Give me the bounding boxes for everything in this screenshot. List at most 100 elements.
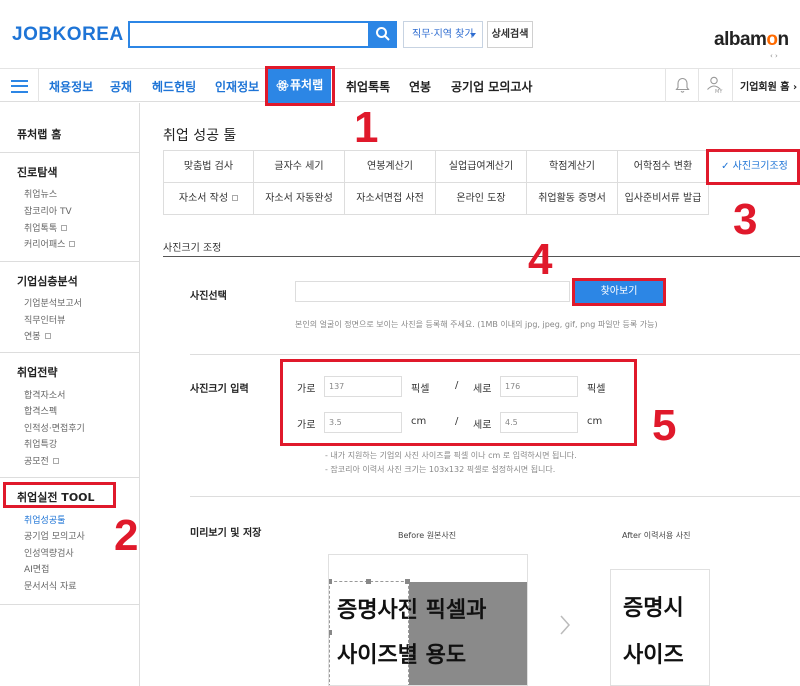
crop-handle[interactable] (366, 579, 371, 584)
nav-item-salary[interactable]: 연봉 (409, 78, 431, 95)
sidebar-item-company-report[interactable]: 기업분석보고서 (24, 296, 82, 309)
tool-language-score[interactable]: 어학점수 변환 (618, 151, 709, 183)
row-divider (190, 496, 800, 497)
preview-text: 증명시 (623, 596, 684, 621)
albamon-logo-part: albam (714, 29, 767, 50)
nav-item-recruit[interactable]: 채용정보 (49, 78, 93, 95)
size-note: - 잡코리아 이력서 사진 크기는 103x132 픽셀로 설정하시면 됩니다. (325, 465, 556, 474)
nav-divider (665, 69, 666, 102)
nav-divider (732, 69, 733, 102)
tool-online-stamp[interactable]: 온라인 도장 (436, 183, 527, 215)
sidebar-item-news[interactable]: 취업뉴스 (24, 187, 57, 200)
sidebar-item-public-mock-exam[interactable]: 공기업 모의고사 (24, 529, 85, 542)
partner-carousel-arrows[interactable]: ‹ › (770, 52, 778, 60)
sidebar-item-careerpath[interactable]: 커리어패스 (24, 237, 76, 250)
annotation-number: 3 (733, 195, 758, 244)
external-link-icon (69, 241, 76, 247)
height-px-input[interactable]: 176 (500, 376, 578, 397)
sidebar-divider (0, 152, 140, 153)
sidebar-item-salary[interactable]: 연봉 (24, 329, 51, 342)
cm-unit-label: cm (587, 416, 603, 427)
width-px-input[interactable]: 137 (324, 376, 402, 397)
sidebar-item-success-tool[interactable]: 취업성공툴 (24, 513, 65, 526)
tool-interview-dictionary[interactable]: 자소서면접 사전 (345, 183, 436, 215)
sidebar-divider (0, 604, 140, 605)
albamon-logo-o: o (766, 29, 778, 50)
height-cm-input[interactable]: 4.5 (500, 412, 578, 433)
user-icon[interactable] (706, 76, 722, 90)
sidebar-item-passed-resume[interactable]: 합격자소서 (24, 388, 65, 401)
height-cm-label: 세로 (473, 420, 492, 431)
crop-handle[interactable] (329, 579, 332, 584)
corporate-member-home-link[interactable]: 기업회원 홈 › (740, 78, 797, 93)
search-input[interactable] (128, 21, 370, 48)
px-unit-label: 픽셀 (411, 384, 430, 395)
tool-photo-resize[interactable]: ✓ 사진크기조정 (709, 151, 800, 183)
before-caption: Before 원본사진 (398, 531, 457, 540)
crop-area[interactable] (329, 579, 410, 685)
crop-handle[interactable] (405, 579, 410, 584)
sidebar: 퓨처랩 홈 진로탐색 취업뉴스 잡코리아 TV 취업톡톡 커리어패스 기업심층분… (0, 103, 140, 686)
region-button-label: 직무·지역 찾기 (412, 29, 474, 40)
search-button[interactable] (369, 21, 397, 48)
tool-resume-write[interactable]: 자소서 작성 (164, 183, 254, 215)
width-cm-input[interactable]: 3.5 (324, 412, 402, 433)
nav-item-public-recruit[interactable]: 공채 (110, 78, 132, 95)
nav-item-futurelab[interactable]: 퓨처랩 (268, 69, 331, 103)
external-link-icon (44, 333, 51, 339)
search-icon (376, 27, 390, 41)
sidebar-item-document-forms[interactable]: 문서서식 자료 (24, 579, 77, 592)
external-link-icon (232, 195, 239, 201)
tool-char-count[interactable]: 글자수 세기 (254, 151, 345, 183)
nav-item-talent[interactable]: 인재정보 (215, 78, 259, 95)
albamon-logo[interactable]: albamon (714, 29, 789, 51)
nav-item-headhunting[interactable]: 헤드헌팅 (152, 78, 196, 95)
sidebar-item-aptitude-review[interactable]: 인적성·면접후기 (24, 421, 85, 434)
after-caption: After 이력서용 사진 (622, 531, 691, 540)
before-photo-preview[interactable]: 증명사진 픽셀과 사이즈별 용도 (328, 554, 528, 686)
sidebar-item-jobkorea-tv[interactable]: 잡코리아 TV (24, 204, 72, 217)
separator: / (455, 416, 459, 427)
tool-gpa-calc[interactable]: 학점계산기 (527, 151, 618, 183)
tool-document-issue[interactable]: 입사준비서류 발급 (618, 183, 709, 215)
tool-unemployment-calc[interactable]: 실업급여계산기 (436, 151, 527, 183)
photo-file-field[interactable] (295, 281, 570, 302)
tool-activity-certificate[interactable]: 취업활동 증명서 (527, 183, 618, 215)
tool-resume-write-label: 자소서 작성 (178, 193, 229, 204)
tool-grid: 맞춤법 검사 글자수 세기 연봉계산기 실업급여계산기 학점계산기 어학점수 변… (163, 150, 800, 215)
sidebar-item-ai-interview[interactable]: AI면접 (24, 562, 49, 575)
nav-item-talk[interactable]: 취업톡톡 (346, 78, 390, 95)
sidebar-group-title: 취업실전 TOOL (17, 491, 95, 504)
bell-icon[interactable] (675, 77, 690, 94)
sidebar-item-lecture[interactable]: 취업특강 (24, 437, 57, 450)
sidebar-item-talk[interactable]: 취업톡톡 (24, 221, 68, 234)
tool-resume-autocomplete[interactable]: 자소서 자동완성 (254, 183, 345, 215)
photo-help-text: 본인의 얼굴이 정면으로 보이는 사진을 등록해 주세요. (1MB 이내의 j… (295, 320, 658, 329)
chevron-right-icon (560, 615, 571, 635)
sidebar-item-contest[interactable]: 공모전 (24, 454, 59, 467)
tool-spell-check[interactable]: 맞춤법 검사 (164, 151, 254, 183)
nav-item-futurelab-label: 퓨처랩 (290, 78, 324, 92)
sidebar-item-job-interview[interactable]: 직무인터뷰 (24, 313, 65, 326)
tool-salary-calc[interactable]: 연봉계산기 (345, 151, 436, 183)
sidebar-item-passed-spec[interactable]: 합격스펙 (24, 404, 57, 417)
height-px-label: 세로 (473, 384, 492, 395)
sidebar-divider (0, 352, 140, 353)
sidebar-item-personality-test[interactable]: 인성역량검사 (24, 546, 74, 559)
annotation-number: 4 (528, 235, 553, 284)
separator: / (455, 380, 459, 391)
size-note: - 내가 지원하는 기업의 사진 사이즈를 픽셀 이나 cm 로 입력하시면 됩… (325, 451, 577, 460)
hamburger-menu-icon[interactable] (11, 80, 28, 93)
sidebar-group-title: 진로탐색 (17, 166, 58, 179)
browse-button[interactable]: 찾아보기 (575, 281, 663, 303)
nav-item-public-mock-exam[interactable]: 공기업 모의고사 (451, 78, 532, 95)
crop-handle[interactable] (329, 630, 332, 635)
jobkorea-logo[interactable]: JOBKOREA (12, 24, 124, 46)
sidebar-home-link[interactable]: 퓨처랩 홈 (17, 126, 61, 142)
annotation-number: 5 (652, 401, 677, 450)
chevron-down-icon (470, 33, 476, 37)
preview-label: 미리보기 및 저장 (190, 528, 262, 539)
my-label: MY (715, 89, 723, 95)
detail-search-button[interactable]: 상세검색 (487, 21, 533, 48)
region-job-finder-button[interactable]: 직무·지역 찾기 (403, 21, 483, 48)
